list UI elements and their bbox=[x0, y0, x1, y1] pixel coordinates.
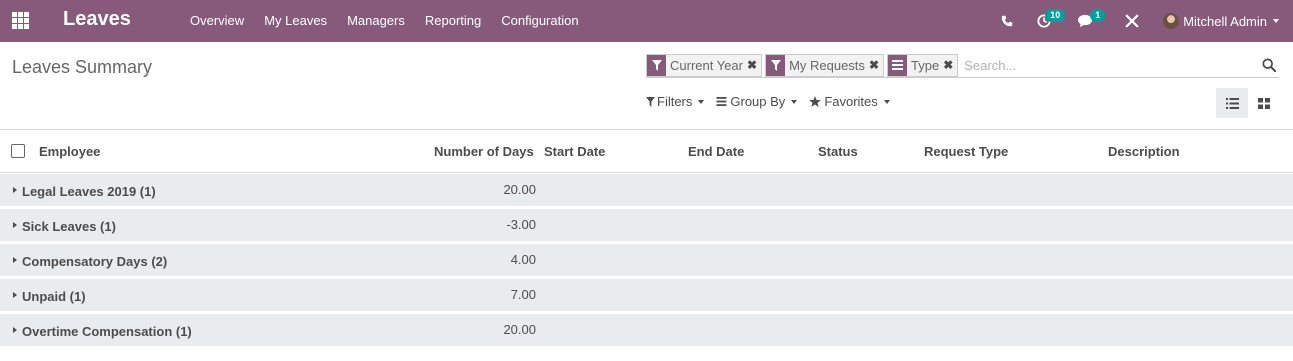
user-name: Mitchell Admin bbox=[1183, 13, 1267, 29]
menu-overview[interactable]: Overview bbox=[180, 0, 254, 42]
user-menu[interactable]: Mitchell Admin bbox=[1163, 0, 1279, 42]
search-facet-my-requests: My Requests ✖ bbox=[765, 53, 884, 77]
group-number-of-days: 7.00 bbox=[510, 287, 536, 302]
group-row[interactable]: Unpaid (1) 7.00 bbox=[0, 279, 1293, 312]
caret-right-icon bbox=[13, 222, 17, 228]
column-request-type[interactable]: Request Type bbox=[924, 144, 1008, 159]
activities-icon[interactable]: 10 bbox=[1037, 0, 1066, 42]
facet-label: My Requests bbox=[789, 57, 865, 73]
systray: 10 1 Mitchell Admin bbox=[1001, 0, 1293, 42]
filter-icon bbox=[647, 54, 666, 76]
chevron-down-icon bbox=[791, 99, 798, 104]
search-options: Filters Group By Favorites bbox=[646, 94, 902, 109]
messages-icon[interactable]: 1 bbox=[1077, 0, 1106, 42]
caret-right-icon bbox=[13, 327, 17, 333]
filter-icon bbox=[766, 54, 786, 76]
column-number-of-days[interactable]: Number of Days bbox=[434, 144, 534, 159]
column-status[interactable]: Status bbox=[818, 144, 858, 159]
app-title: Leaves bbox=[63, 8, 131, 30]
activities-badge: 10 bbox=[1045, 9, 1066, 22]
group-row[interactable]: Legal Leaves 2019 (1) 20.00 bbox=[0, 174, 1293, 207]
remove-facet-icon[interactable]: ✖ bbox=[869, 58, 883, 72]
group-name: Overtime Compensation (1) bbox=[22, 324, 192, 339]
chevron-down-icon bbox=[1273, 19, 1279, 23]
remove-facet-icon[interactable]: ✖ bbox=[943, 58, 957, 72]
caret-right-icon bbox=[13, 187, 17, 193]
remove-facet-icon[interactable]: ✖ bbox=[747, 58, 761, 72]
kanban-view-icon[interactable] bbox=[1248, 88, 1280, 118]
group-name: Sick Leaves (1) bbox=[22, 219, 116, 234]
group-by-button[interactable]: Group By bbox=[716, 94, 798, 109]
top-navbar: Leaves Overview My Leaves Managers Repor… bbox=[0, 0, 1293, 42]
search-icon[interactable] bbox=[1259, 55, 1279, 75]
column-description[interactable]: Description bbox=[1108, 144, 1180, 159]
group-by-icon bbox=[716, 97, 727, 106]
facet-label: Type bbox=[911, 57, 940, 73]
column-employee[interactable]: Employee bbox=[39, 144, 100, 159]
caret-right-icon bbox=[13, 257, 17, 263]
search-facet-current-year: Current Year ✖ bbox=[646, 53, 763, 77]
search-facet-type: Type ✖ bbox=[887, 53, 959, 77]
main-menu: Overview My Leaves Managers Reporting Co… bbox=[180, 0, 589, 42]
column-end-date[interactable]: End Date bbox=[688, 144, 744, 159]
group-number-of-days: 20.00 bbox=[503, 322, 536, 337]
group-by-icon bbox=[888, 54, 907, 76]
select-all-checkbox[interactable] bbox=[11, 144, 25, 158]
group-row[interactable]: Compensatory Days (2) 4.00 bbox=[0, 244, 1293, 277]
tools-icon[interactable] bbox=[1125, 0, 1139, 42]
facet-label: Current Year bbox=[670, 57, 743, 73]
group-name: Legal Leaves 2019 (1) bbox=[22, 184, 156, 199]
menu-configuration[interactable]: Configuration bbox=[491, 0, 588, 42]
menu-managers[interactable]: Managers bbox=[337, 0, 415, 42]
search-input[interactable] bbox=[961, 54, 1259, 76]
chevron-down-icon bbox=[883, 99, 890, 104]
group-row[interactable]: Overtime Compensation (1) 20.00 bbox=[0, 314, 1293, 347]
filters-label: Filters bbox=[657, 94, 693, 109]
search-bar: Current Year ✖ My Requests ✖ Type ✖ bbox=[646, 53, 1279, 78]
group-row[interactable]: Sick Leaves (1) -3.00 bbox=[0, 209, 1293, 242]
list-view-icon[interactable] bbox=[1216, 88, 1248, 118]
table-header: Employee Number of Days Start Date End D… bbox=[0, 130, 1293, 173]
messages-badge: 1 bbox=[1090, 9, 1106, 22]
filter-icon bbox=[646, 96, 655, 107]
view-switcher bbox=[1216, 88, 1280, 118]
group-by-label: Group By bbox=[730, 94, 786, 109]
apps-menu-icon[interactable] bbox=[12, 12, 29, 29]
group-number-of-days: 4.00 bbox=[510, 252, 536, 267]
favorites-button[interactable]: Favorites bbox=[809, 94, 890, 109]
page-title: Leaves Summary bbox=[12, 57, 153, 77]
group-number-of-days: -3.00 bbox=[506, 217, 536, 232]
caret-right-icon bbox=[13, 292, 17, 298]
favorites-label: Favorites bbox=[824, 94, 878, 109]
filters-button[interactable]: Filters bbox=[646, 94, 705, 109]
group-name: Compensatory Days (2) bbox=[22, 254, 168, 269]
column-start-date[interactable]: Start Date bbox=[544, 144, 605, 159]
phone-icon[interactable] bbox=[1001, 0, 1013, 42]
avatar bbox=[1163, 13, 1180, 29]
menu-reporting[interactable]: Reporting bbox=[415, 0, 491, 42]
group-name: Unpaid (1) bbox=[22, 289, 86, 304]
group-number-of-days: 20.00 bbox=[503, 182, 536, 197]
menu-my-leaves[interactable]: My Leaves bbox=[254, 0, 337, 42]
star-icon bbox=[809, 96, 822, 107]
chevron-down-icon bbox=[698, 99, 705, 104]
